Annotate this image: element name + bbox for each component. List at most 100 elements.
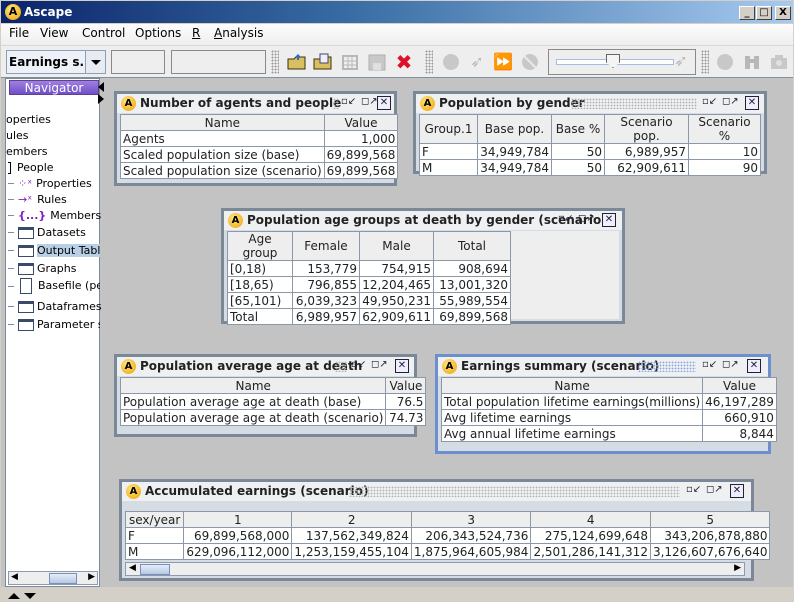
menu-analysis[interactable]: Analysis <box>214 26 263 40</box>
binoculars-icon[interactable] <box>742 53 762 71</box>
cell[interactable]: 69,899,568 <box>323 146 399 163</box>
cell[interactable]: F <box>124 527 185 544</box>
maximize-frame-icon[interactable]: ◻↗ <box>706 484 723 498</box>
close-frame-icon[interactable]: ✕ <box>377 96 391 110</box>
table-row[interactable]: Total 6,989,957 62,909,611 69,899,568 <box>227 308 511 325</box>
toolbar-grip-3[interactable] <box>701 50 709 74</box>
column-header[interactable]: 5 <box>649 511 771 528</box>
table-row[interactable]: Total population lifetime earnings(milli… <box>440 393 777 410</box>
column-header[interactable]: Name <box>440 377 704 394</box>
menu-view[interactable]: View <box>40 26 68 40</box>
table-row[interactable]: Agents 1,000 <box>120 130 399 147</box>
column-header[interactable]: Group.1 <box>419 114 478 144</box>
cell[interactable]: 34,949,784 <box>477 159 552 176</box>
cell[interactable]: 50 <box>551 159 605 176</box>
cell[interactable]: 343,206,878,880 <box>649 527 771 544</box>
minimize-frame-icon[interactable]: ▫↙ <box>351 359 366 373</box>
frame-age-groups-at-death[interactable]: A Population age groups at death by gend… <box>221 208 625 325</box>
frame-header[interactable]: A Population by gender ▫↙ ◻↗ ✕ <box>416 94 764 113</box>
maximize-frame-icon[interactable]: ◻↗ <box>722 96 739 110</box>
table-row[interactable]: [65,101) 6,039,323 49,950,231 55,989,554 <box>227 292 511 309</box>
cell[interactable]: 6,039,323 <box>292 292 360 309</box>
camera-icon[interactable] <box>769 53 789 71</box>
cell[interactable]: [65,101) <box>227 292 293 309</box>
cell[interactable]: 908,694 <box>433 260 511 277</box>
frame-accumulated-earnings[interactable]: A Accumulated earnings (scenario) ▫↙ ◻↗ … <box>119 479 771 581</box>
column-header[interactable]: Value <box>702 377 777 394</box>
speed-slider[interactable]: ➶ <box>548 49 696 75</box>
frame-earnings-summary[interactable]: A Earnings summary (scenario) ▫↙ ◻↗ ✕ Na… <box>435 354 777 454</box>
cell[interactable]: 660,910 <box>702 409 777 426</box>
minimize-frame-icon[interactable]: ▫↙ <box>686 484 701 498</box>
menu-options[interactable]: Options <box>135 26 181 40</box>
cell[interactable]: 55,989,554 <box>433 292 511 309</box>
close-frame-icon[interactable]: ✕ <box>745 96 759 110</box>
maximize-frame-icon[interactable]: ◻↗ <box>361 96 378 110</box>
column-header[interactable]: 1 <box>183 511 293 528</box>
nav-item-rules-root[interactable]: ules <box>6 129 29 142</box>
cell[interactable]: 137,562,349,824 <box>291 527 412 544</box>
cell[interactable]: Population average age at death (base) <box>119 393 387 410</box>
frame-header[interactable]: A Population average age at death ▫↙ ◻↗ … <box>117 357 414 376</box>
column-header[interactable]: Name <box>120 114 325 131</box>
cell[interactable]: 1,875,964,605,984 <box>410 543 532 560</box>
frame-population-by-gender[interactable]: A Population by gender ▫↙ ◻↗ ✕ Group.1 B… <box>413 91 767 176</box>
close-red-x-icon[interactable]: ✖ <box>394 52 414 72</box>
nav-item-datasets[interactable]: Datasets <box>18 226 86 239</box>
cell[interactable]: [18,65) <box>227 276 293 293</box>
minimize-frame-icon[interactable]: ▫↙ <box>341 96 356 110</box>
cell[interactable]: 10 <box>688 143 761 160</box>
cell[interactable]: Agents <box>120 130 325 147</box>
column-header[interactable]: Age group <box>227 231 293 261</box>
nav-item-dataframes[interactable]: Dataframes <box>18 300 102 313</box>
column-header[interactable]: Male <box>359 231 434 261</box>
nav-item-parameter-sets[interactable]: Parameter sets <box>18 318 100 331</box>
frame-average-age-at-death[interactable]: A Population average age at death ▫↙ ◻↗ … <box>114 354 427 437</box>
cell[interactable]: 1,253,159,455,104 <box>291 543 412 560</box>
cell[interactable]: 3,126,607,676,640 <box>649 543 771 560</box>
cell[interactable]: 74.73 <box>385 409 427 426</box>
arrow-down-icon[interactable] <box>23 593 36 599</box>
cell[interactable]: Scaled population size (scenario) <box>120 162 325 179</box>
cell[interactable]: 49,950,231 <box>359 292 434 309</box>
nav-item-basefile[interactable]: Basefile (people) <box>18 278 100 294</box>
cell[interactable]: Total <box>227 308 293 325</box>
frame-agents-people[interactable]: A Number of agents and people ▫↙ ◻↗ ✕ Na… <box>114 91 399 186</box>
maximize-frame-icon[interactable]: ◻↗ <box>722 359 739 373</box>
table-row[interactable]: Scaled population size (base) 69,899,568 <box>120 146 399 163</box>
minimize-frame-icon[interactable]: ▫↙ <box>702 359 717 373</box>
cell[interactable]: [0,18) <box>227 260 293 277</box>
cell[interactable]: 90 <box>688 159 761 176</box>
menu-r[interactable]: R <box>192 26 200 40</box>
column-header[interactable]: Value <box>323 114 399 131</box>
cell[interactable]: 12,204,465 <box>359 276 434 293</box>
cell[interactable]: F <box>419 143 478 160</box>
open-folder-icon[interactable] <box>287 53 307 71</box>
nav-item-members[interactable]: {...} Members <box>18 209 101 222</box>
column-header[interactable]: Base % <box>551 114 605 144</box>
cell[interactable]: Total population lifetime earnings(milli… <box>440 393 704 410</box>
cell[interactable]: 153,779 <box>292 260 360 277</box>
cell[interactable]: 6,989,957 <box>604 143 689 160</box>
table-row[interactable]: M 34,949,784 50 62,909,611 90 <box>419 159 761 176</box>
column-header[interactable]: Scenario pop. <box>604 114 689 144</box>
cell[interactable]: 69,899,568,000 <box>183 527 293 544</box>
chevron-down-icon[interactable] <box>85 51 105 73</box>
cell[interactable]: 629,096,112,000 <box>183 543 293 560</box>
scroll-right-icon[interactable]: ▶ <box>88 572 95 582</box>
table-row[interactable]: M 629,096,112,000 1,253,159,455,104 1,87… <box>124 543 771 560</box>
fast-forward-icon[interactable]: ⏩ <box>493 53 513 71</box>
column-header[interactable]: Scenario % <box>688 114 761 144</box>
table-row[interactable]: F 69,899,568,000 137,562,349,824 206,343… <box>124 527 771 544</box>
collapse-left-icon[interactable] <box>98 82 104 92</box>
cell[interactable]: M <box>124 543 185 560</box>
table-row[interactable]: Avg annual lifetime earnings 8,844 <box>440 425 777 442</box>
cell[interactable]: 6,989,957 <box>292 308 360 325</box>
table-row[interactable]: Scaled population size (scenario) 69,899,… <box>120 162 399 179</box>
cell[interactable]: 69,899,568 <box>323 162 399 179</box>
cell[interactable]: 34,949,784 <box>477 143 552 160</box>
close-window-button[interactable]: X <box>775 6 791 20</box>
table-row[interactable]: [0,18) 153,779 754,915 908,694 <box>227 260 511 277</box>
slider-thumb[interactable] <box>606 54 620 68</box>
close-frame-icon[interactable]: ✕ <box>395 359 409 373</box>
